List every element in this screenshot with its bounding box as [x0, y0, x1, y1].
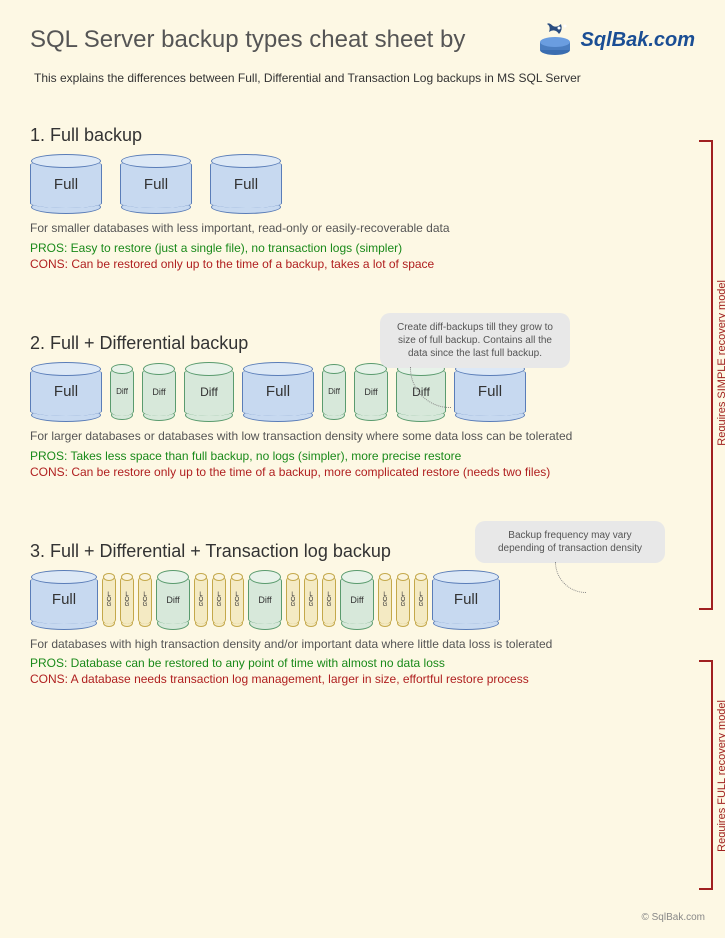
cylinder-log: LOG: [378, 576, 392, 624]
cylinder-row-3: Full LOG LOG LOG Diff LOG LOG LOG Diff L…: [30, 576, 695, 624]
cylinder-full: Full: [30, 576, 98, 624]
section-3-pros: PROS: Database can be restored to any po…: [30, 656, 695, 670]
bracket-simple: [699, 140, 713, 610]
cylinder-log: LOG: [102, 576, 116, 624]
section-full-diff-log-backup: Backup frequency may vary depending of t…: [0, 531, 725, 709]
cylinder-log: LOG: [322, 576, 336, 624]
cylinder-row-2: Full Diff Diff Diff Full Diff Diff Diff …: [30, 368, 695, 416]
section-full-diff-backup: Create diff-backups till they grow to si…: [0, 323, 725, 501]
section-2-heading: 2. Full + Differential backup: [30, 333, 695, 354]
brand-name: SqlBak.com: [581, 29, 695, 52]
cylinder-log: LOG: [230, 576, 244, 624]
header: SQL Server backup types cheat sheet by S…: [0, 0, 725, 65]
cylinder-log: LOG: [138, 576, 152, 624]
section-2-desc: For larger databases or databases with l…: [30, 428, 695, 445]
section-full-backup: 1. Full backup Full Full Full For smalle…: [0, 115, 725, 293]
cylinder-diff: Diff: [156, 576, 190, 624]
section-2-cons: CONS: Can be restore only up to the time…: [30, 465, 695, 479]
section-2-pros: PROS: Takes less space than full backup,…: [30, 449, 695, 463]
bracket-full: [699, 660, 713, 890]
bracket-full-label: Requires FULL recovery model: [716, 700, 725, 852]
cylinder-diff: Diff: [142, 368, 176, 416]
cylinder-log: LOG: [212, 576, 226, 624]
cylinder-diff: Diff: [248, 576, 282, 624]
logo: SqlBak.com: [535, 20, 695, 60]
cylinder-full: Full: [30, 368, 102, 416]
cylinder-diff: Diff: [110, 368, 134, 416]
section-1-cons: CONS: Can be restored only up to the tim…: [30, 257, 695, 271]
cylinder-log: LOG: [304, 576, 318, 624]
cylinder-diff: Diff: [184, 368, 234, 416]
cylinder-diff: Diff: [340, 576, 374, 624]
cylinder-full: Full: [432, 576, 500, 624]
footer-copyright: © SqlBak.com: [641, 912, 705, 923]
sqlbak-icon: [535, 20, 575, 60]
bracket-simple-label: Requires SIMPLE recovery model: [716, 280, 725, 446]
cylinder-log: LOG: [286, 576, 300, 624]
callout-log: Backup frequency may vary depending of t…: [475, 521, 665, 563]
cylinder-log: LOG: [414, 576, 428, 624]
section-3-desc: For databases with high transaction dens…: [30, 636, 695, 653]
cylinder-log: LOG: [194, 576, 208, 624]
cylinder-full: Full: [30, 160, 102, 208]
cylinder-row-1: Full Full Full: [30, 160, 695, 208]
subtitle: This explains the differences between Fu…: [0, 65, 725, 115]
section-3-cons: CONS: A database needs transaction log m…: [30, 672, 695, 686]
cylinder-full: Full: [454, 368, 526, 416]
cylinder-diff: Diff: [354, 368, 388, 416]
cylinder-log: LOG: [396, 576, 410, 624]
section-1-heading: 1. Full backup: [30, 125, 695, 146]
callout-diff: Create diff-backups till they grow to si…: [380, 313, 570, 368]
cylinder-log: LOG: [120, 576, 134, 624]
cylinder-full: Full: [120, 160, 192, 208]
cylinder-full: Full: [242, 368, 314, 416]
page-title: SQL Server backup types cheat sheet by: [30, 26, 535, 54]
section-1-pros: PROS: Easy to restore (just a single fil…: [30, 241, 695, 255]
cylinder-full: Full: [210, 160, 282, 208]
section-1-desc: For smaller databases with less importan…: [30, 220, 695, 237]
cylinder-diff: Diff: [322, 368, 346, 416]
